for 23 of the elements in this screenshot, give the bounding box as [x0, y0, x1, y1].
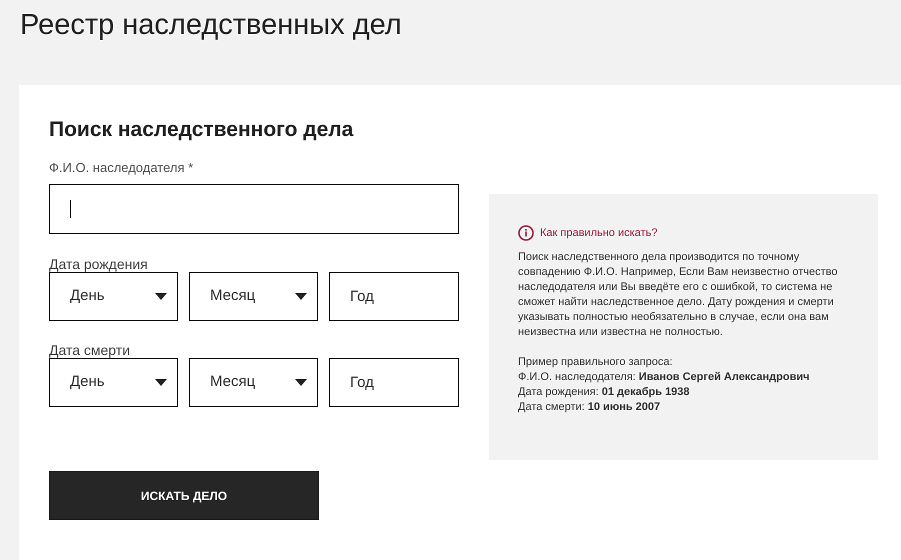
caret-icon: [295, 293, 307, 300]
search-button[interactable]: ИСКАТЬ ДЕЛО: [49, 471, 319, 520]
example-line: Ф.И.О. наследодателя: Иванов Сергей Александрович: [518, 370, 811, 385]
dropdown[interactable]: День: [49, 272, 178, 321]
info-icon: [518, 225, 534, 241]
form-title: Поиск наследственного дела: [49, 119, 354, 141]
help-title: Как правильно искать?: [540, 226, 658, 240]
caret-icon: [295, 379, 307, 386]
help-text: Поиск наследственного дела производится по точному совпадению Ф.И.О. Например, Если Вам неизвестно отчество наследодателя или Вы введёте его с ошибкой, то система не сможет найти наследственное дело. Дату рождения и смерти указывать полностью необязательно в случае, если она вам неизвестна или известна не полностью.: [518, 250, 839, 340]
dropdown[interactable]: День: [49, 358, 178, 407]
example-line: Дата смерти: 10 июнь 2007: [518, 400, 662, 415]
page-title: Реестр наследственных дел: [19, 8, 403, 43]
dropdown[interactable]: Месяц: [189, 358, 318, 407]
text-cursor: [70, 200, 71, 218]
name-input-field[interactable]: [49, 184, 459, 234]
year-input-field[interactable]: Год: [329, 358, 459, 407]
caret-icon: [155, 293, 167, 300]
example-line: Дата рождения: 01 декабрь 1938: [518, 385, 691, 400]
dropdown[interactable]: Месяц: [189, 272, 318, 321]
field-label: Ф.И.О. наследодателя *: [49, 161, 194, 174]
example-line: Пример правильного запроса:: [518, 355, 674, 370]
year-input-field[interactable]: Год: [329, 272, 459, 321]
caret-icon: [155, 379, 167, 386]
